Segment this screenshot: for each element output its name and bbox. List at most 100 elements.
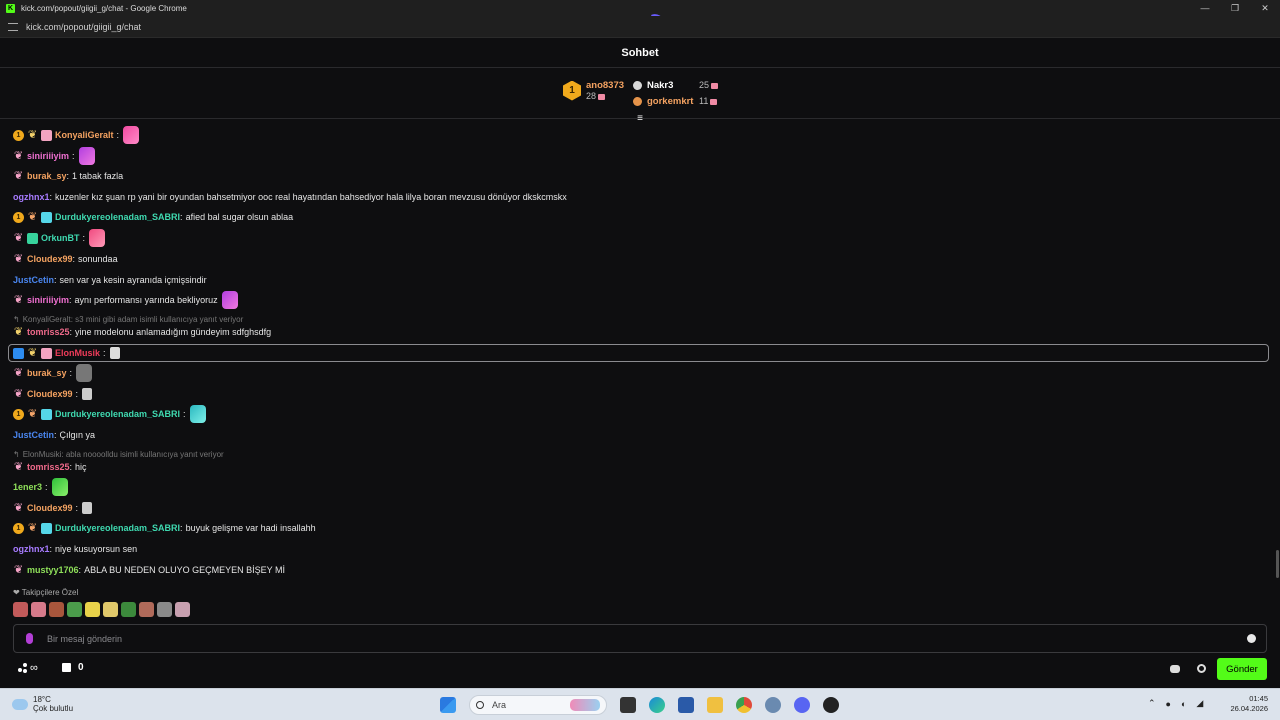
- emote-button[interactable]: [139, 602, 154, 617]
- chat-emote: [123, 126, 140, 144]
- chrome-icon[interactable]: [736, 697, 752, 713]
- chat-username[interactable]: tomriss25: [27, 462, 70, 472]
- chat-username[interactable]: ogzhnx1: [13, 192, 50, 202]
- chat-username[interactable]: ElonMusik: [55, 348, 100, 358]
- chat-emote: [82, 502, 93, 514]
- start-icon[interactable]: [440, 697, 456, 713]
- edge-icon[interactable]: [649, 697, 665, 713]
- gift-badge-icon: [41, 408, 52, 420]
- tray-chevron-icon[interactable]: ⌃: [1148, 698, 1156, 709]
- chat-username[interactable]: 1ener3: [13, 482, 42, 492]
- chat-username[interactable]: Cloudex99: [27, 389, 73, 399]
- chat-message[interactable]: ❦ ElonMusik:: [13, 343, 120, 363]
- chat-username[interactable]: KonyaliGeralt: [55, 130, 114, 140]
- chat-message[interactable]: ❦ tomriss25: hiç: [13, 457, 87, 477]
- gift-badge-icon: [27, 232, 38, 244]
- chat-input-box[interactable]: [13, 624, 1267, 653]
- chat-username[interactable]: Durdukyereolenadam_SABRI: [55, 523, 180, 533]
- chat-message[interactable]: 1 ❦ Durdukyereolenadam_SABRI:: [13, 404, 206, 424]
- emote-button[interactable]: [31, 602, 46, 617]
- chat-message[interactable]: ❦ Cloudex99:: [13, 384, 93, 404]
- chat-username[interactable]: tomriss25: [27, 327, 70, 337]
- chat-username[interactable]: siniriiiyim: [27, 151, 69, 161]
- clock-date: 26.04.2026: [1230, 704, 1268, 713]
- chat-username[interactable]: burak_sy: [27, 368, 67, 378]
- chat-username[interactable]: Cloudex99: [27, 254, 73, 264]
- restore-button[interactable]: ❐: [1220, 0, 1250, 16]
- microphone-icon[interactable]: [26, 633, 33, 644]
- task-view-icon[interactable]: [620, 697, 636, 713]
- channel-points[interactable]: ∞: [18, 662, 38, 674]
- chat-username[interactable]: Durdukyereolenadam_SABRI: [55, 409, 180, 419]
- chat-username[interactable]: siniriiiyim: [27, 295, 69, 305]
- chat-username[interactable]: mustyy1706: [27, 565, 79, 575]
- chat-username[interactable]: ogzhnx1: [13, 544, 50, 554]
- chat-message[interactable]: 1ener3:: [13, 477, 68, 497]
- chat-message[interactable]: ogzhnx1: kuzenler kız şuan rp yani bir o…: [13, 187, 567, 207]
- send-button[interactable]: Gönder: [1217, 658, 1267, 680]
- chat-username[interactable]: Cloudex99: [27, 503, 73, 513]
- chat-username[interactable]: Durdukyereolenadam_SABRI: [55, 212, 180, 222]
- emote-button[interactable]: [157, 602, 172, 617]
- emote-button[interactable]: [67, 602, 82, 617]
- chat-message[interactable]: ❦ burak_sy: 1 tabak fazla: [13, 166, 123, 186]
- subscriber-badge-icon: ❦: [13, 460, 24, 473]
- chat-message[interactable]: ❦ siniriiiyim:: [13, 146, 95, 166]
- minimize-button[interactable]: —: [1190, 0, 1220, 16]
- leaderboard-third[interactable]: gorkemkrt 11: [633, 93, 718, 109]
- emote-button[interactable]: [13, 602, 28, 617]
- chat-username[interactable]: JustCetin: [13, 275, 54, 285]
- chat-username[interactable]: JustCetin: [13, 430, 54, 440]
- chat-message[interactable]: ❦ Cloudex99:: [13, 498, 93, 518]
- chat-bubble-icon[interactable]: [1170, 665, 1180, 673]
- emote-button[interactable]: [175, 602, 190, 617]
- gear-icon[interactable]: [1197, 664, 1206, 673]
- file-explorer-icon[interactable]: [707, 697, 723, 713]
- emoji-picker-icon[interactable]: [1247, 634, 1256, 643]
- chat-message[interactable]: 1 ❦ Durdukyereolenadam_SABRI: afied bal s…: [13, 207, 293, 227]
- emote-button[interactable]: [121, 602, 136, 617]
- gift-icon: [598, 93, 606, 100]
- chat-message[interactable]: ❦ OrkunBT:: [13, 228, 106, 248]
- emote-button[interactable]: [49, 602, 64, 617]
- chat-message-input[interactable]: [47, 633, 1197, 644]
- chat-username[interactable]: burak_sy: [27, 171, 67, 181]
- volume-icon[interactable]: ◢: [1196, 698, 1203, 709]
- leaderboard-second[interactable]: Nakr3 25: [633, 77, 719, 93]
- gift-counter[interactable]: 0: [62, 662, 84, 673]
- chat-message-text: niye kusuyorsun sen: [55, 544, 138, 554]
- chat-message[interactable]: JustCetin: sen var ya kesin ayranıda içm…: [13, 270, 207, 290]
- chat-message[interactable]: ❦ tomriss25: yine modelonu anlamadığım g…: [13, 322, 271, 342]
- close-window-button[interactable]: ✕: [1250, 0, 1280, 16]
- gifter-badge-icon: 1: [13, 211, 24, 223]
- rank-1-badge-icon: 1: [563, 80, 581, 101]
- url-text[interactable]: kick.com/popout/giigii_g/chat: [26, 22, 141, 32]
- chat-message[interactable]: ❦ Cloudex99: sonundaa: [13, 249, 118, 269]
- chat-message[interactable]: 1 ❦ KonyaliGeralt:: [13, 125, 140, 145]
- mic-tray-icon[interactable]: ●: [1166, 699, 1171, 709]
- kick-favicon-icon: K: [6, 3, 15, 13]
- chat-message[interactable]: 1 ❦ Durdukyereolenadam_SABRI: buyuk geliş…: [13, 518, 316, 538]
- obs-icon[interactable]: [823, 697, 839, 713]
- store-icon[interactable]: [678, 697, 694, 713]
- emote-button[interactable]: [85, 602, 100, 617]
- network-icon[interactable]: ◐: [1181, 699, 1186, 709]
- emote-button[interactable]: [103, 602, 118, 617]
- gifter-badge-icon: 1: [13, 408, 24, 420]
- chat-message[interactable]: ogzhnx1: niye kusuyorsun sen: [13, 539, 137, 559]
- site-settings-icon[interactable]: [8, 22, 18, 31]
- address-bar[interactable]: kick.com/popout/giigii_g/chat: [0, 16, 1280, 38]
- chat-emote: [78, 147, 95, 165]
- chat-username[interactable]: OrkunBT: [41, 233, 80, 243]
- chat-message[interactable]: ❦ burak_sy:: [13, 363, 93, 383]
- chat-scrollbar[interactable]: [1276, 550, 1279, 578]
- chat-message[interactable]: ❦ mustyy1706: ABLA BU NEDEN OLUYO GEÇMEY…: [13, 560, 285, 580]
- chat-message[interactable]: ❦ siniriiiyim: aynı performansı yarında …: [13, 290, 238, 310]
- taskbar-search[interactable]: Ara: [469, 695, 607, 715]
- chat-message[interactable]: JustCetin: Çılgın ya: [13, 425, 95, 445]
- weather-widget[interactable]: 18°C Çok bulutlu: [12, 695, 73, 713]
- leaderboard-first[interactable]: 1 ano8373 28: [563, 80, 624, 101]
- discord-icon[interactable]: [794, 697, 810, 713]
- settings-app-icon[interactable]: [765, 697, 781, 713]
- taskbar-clock[interactable]: 01:45 26.04.2026: [1230, 694, 1268, 714]
